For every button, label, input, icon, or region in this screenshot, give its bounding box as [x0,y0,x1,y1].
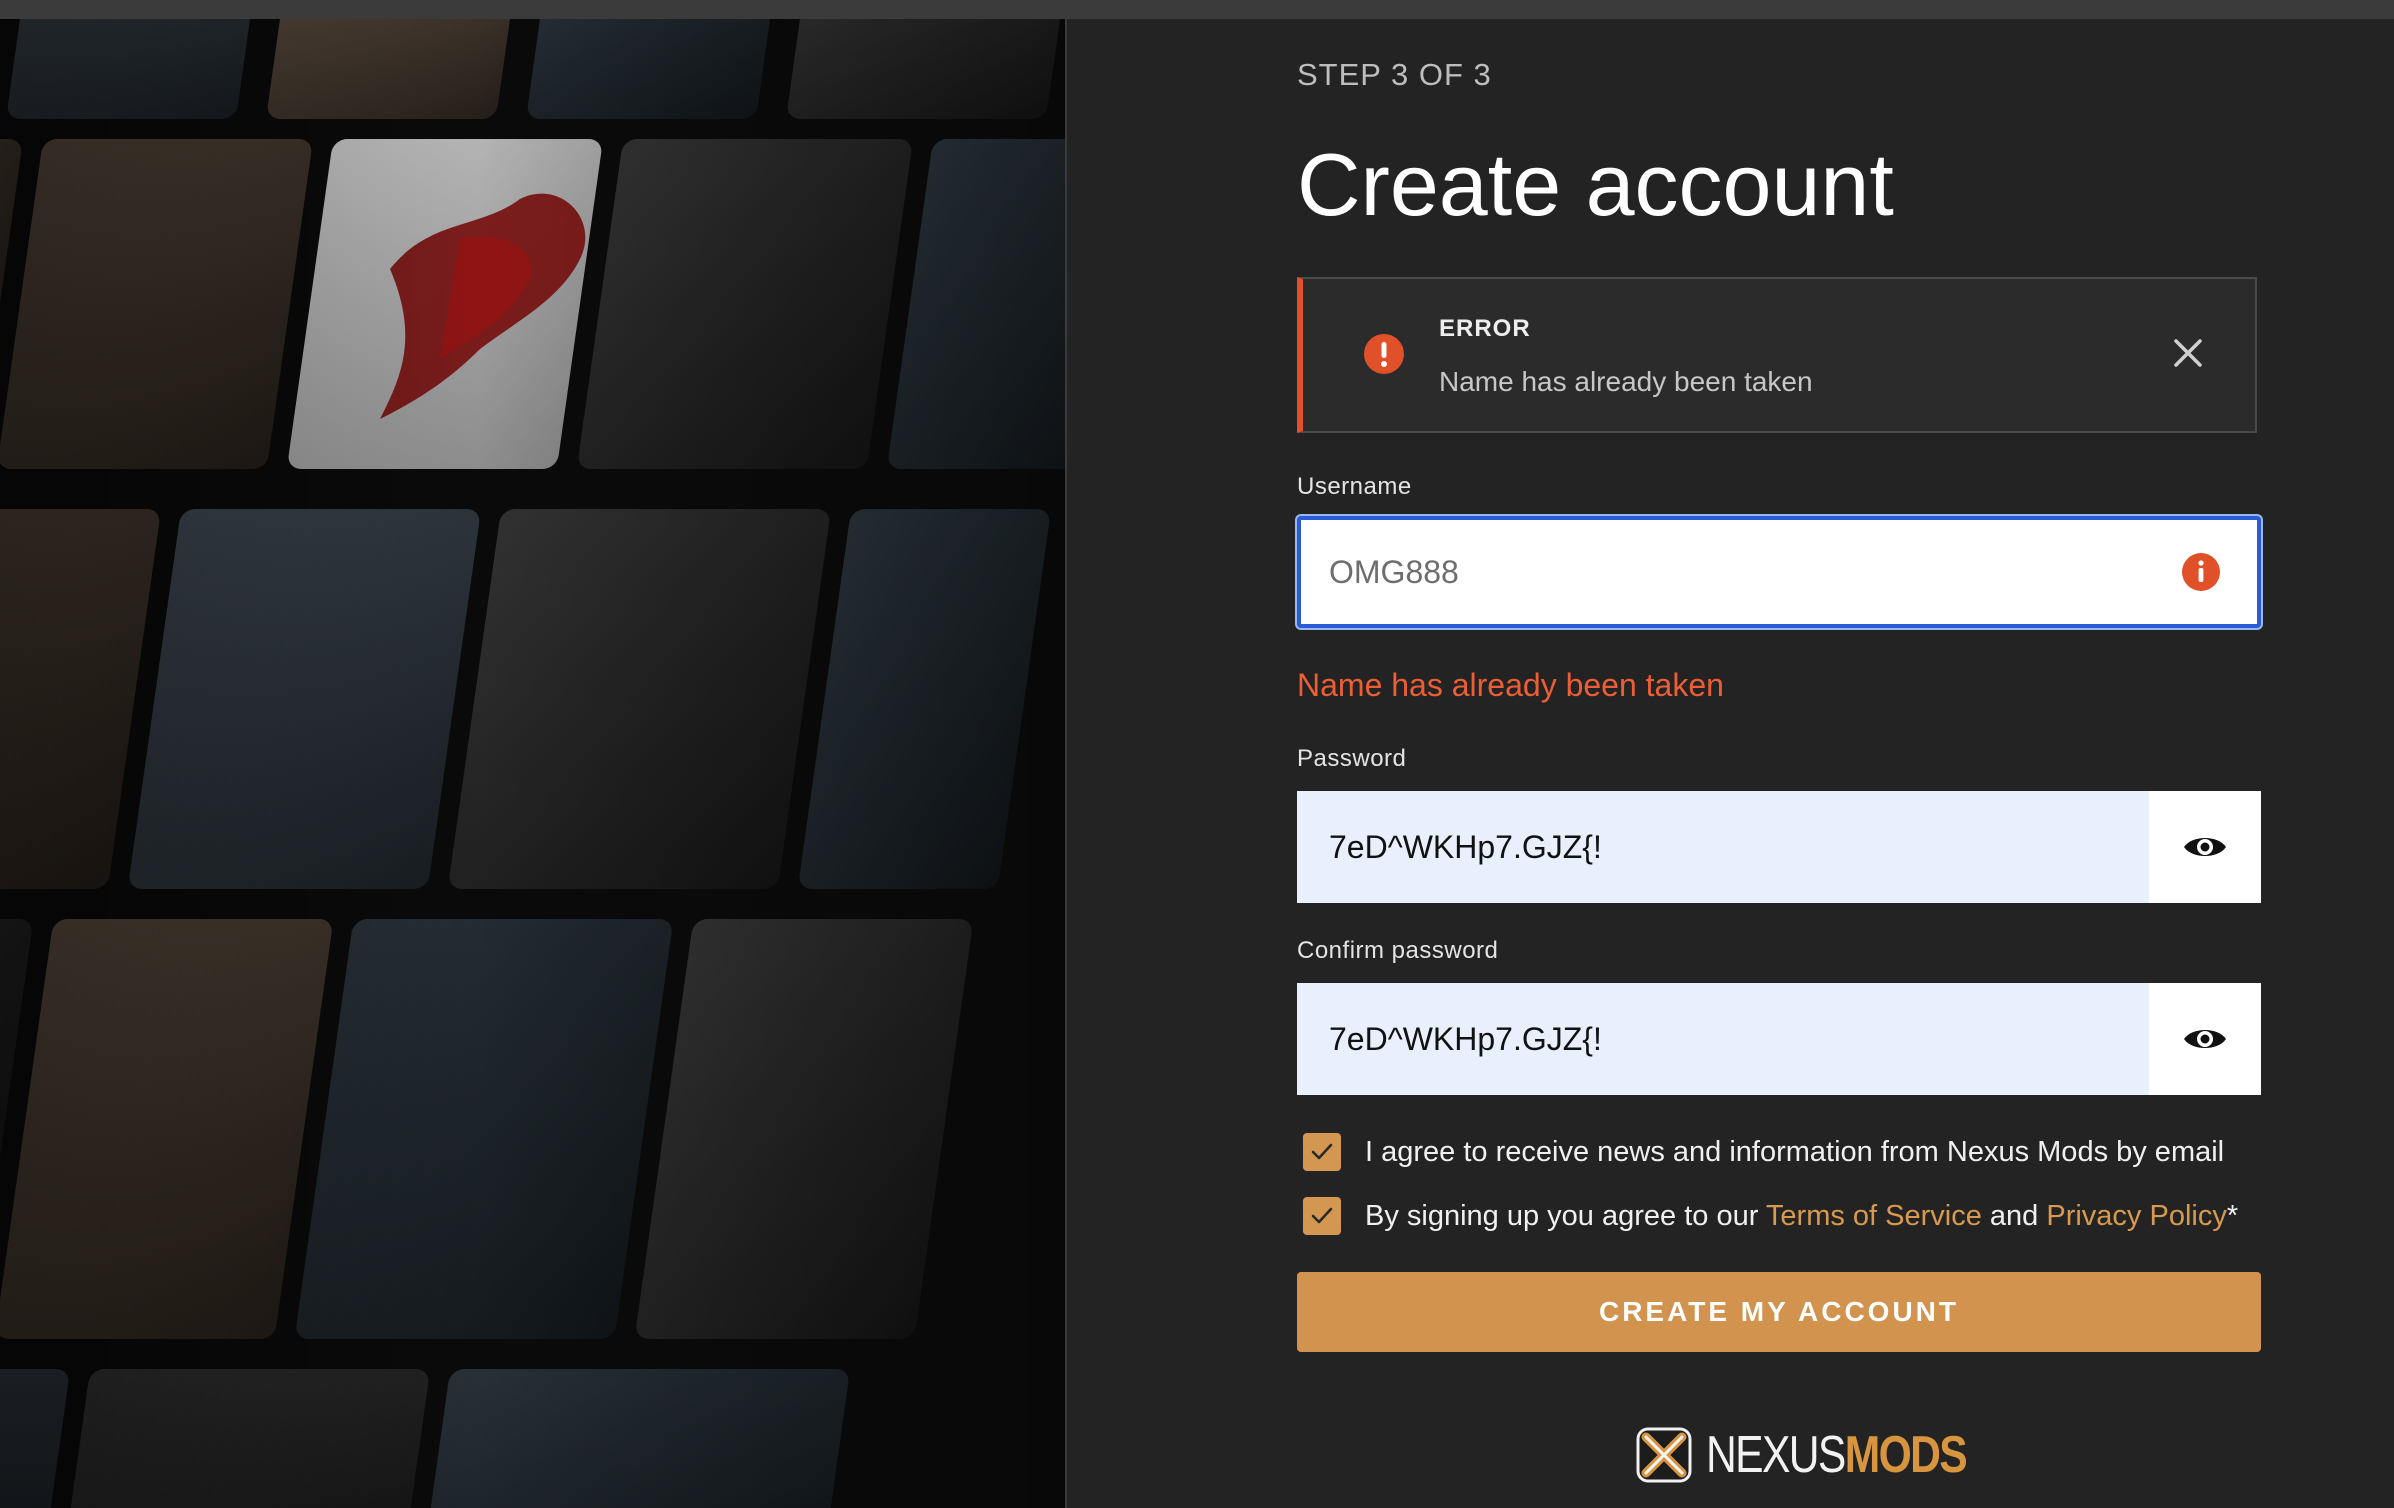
alert-circle-icon [1364,334,1404,374]
terms-of-service-link[interactable]: Terms of Service [1766,1200,1982,1232]
eye-icon [2184,838,2226,856]
wordmark-mods: MODS [1844,1426,1968,1484]
nexus-mods-logo: NEXUSMODS [1632,1415,2023,1495]
password-input[interactable]: 7eD^WKHp7.GJZ{! [1297,791,2149,903]
password-label: Password [1297,745,1407,772]
panel-divider [1065,19,1067,1508]
error-alert: ERROR Name has already been taken [1297,277,2257,433]
page-title: Create account [1297,135,1894,234]
username-input[interactable]: OMG888 [1329,520,1459,624]
news-consent-checkbox[interactable] [1303,1133,1341,1171]
game-art-collage [0,19,1065,1508]
alert-title: ERROR [1439,315,1531,342]
username-field[interactable]: OMG888 [1297,516,2261,628]
confirm-password-field[interactable]: 7eD^WKHp7.GJZ{! [1297,983,2261,1095]
art-overlay [0,19,1065,1508]
checkmark-icon [1311,1143,1333,1160]
info-icon [2182,553,2220,591]
terms-consent-row: By signing up you agree to our Terms of … [1303,1196,2238,1236]
terms-consent-checkbox[interactable] [1303,1197,1341,1235]
confirm-password-value: 7eD^WKHp7.GJZ{! [1329,1021,1602,1057]
browser-top-strip [0,0,2394,19]
terms-and: and [1981,1199,2047,1232]
create-account-button[interactable]: CREATE MY ACCOUNT [1297,1272,2261,1352]
news-consent-row: I agree to receive news and information … [1303,1132,2224,1172]
username-error: Name has already been taken [1297,667,1724,703]
password-field[interactable]: 7eD^WKHp7.GJZ{! [1297,791,2261,903]
close-icon[interactable] [2170,335,2206,371]
nexus-mods-logo-icon [1636,1427,1692,1483]
show-confirm-password-button[interactable] [2149,983,2261,1095]
confirm-password-label: Confirm password [1297,937,1499,964]
username-label: Username [1297,473,1412,500]
alert-message: Name has already been taken [1439,366,1813,397]
nexus-mods-wordmark: NEXUSMODS [1706,1425,1968,1485]
show-password-button[interactable] [2149,791,2261,903]
confirm-password-input[interactable]: 7eD^WKHp7.GJZ{! [1297,983,2149,1095]
checkmark-icon [1311,1207,1333,1224]
password-value: 7eD^WKHp7.GJZ{! [1329,829,1602,865]
news-consent-label: I agree to receive news and information … [1365,1135,2225,1168]
step-indicator: STEP 3 OF 3 [1297,57,1492,92]
privacy-policy-link[interactable]: Privacy Policy [2046,1200,2227,1232]
terms-prefix: By signing up you agree to our [1365,1199,1766,1232]
eye-icon [2184,1030,2226,1048]
terms-consent-label: By signing up you agree to our Terms of … [1365,1200,2238,1233]
wordmark-nexus: NEXUS [1706,1426,1846,1484]
required-mark: * [2226,1199,2239,1232]
